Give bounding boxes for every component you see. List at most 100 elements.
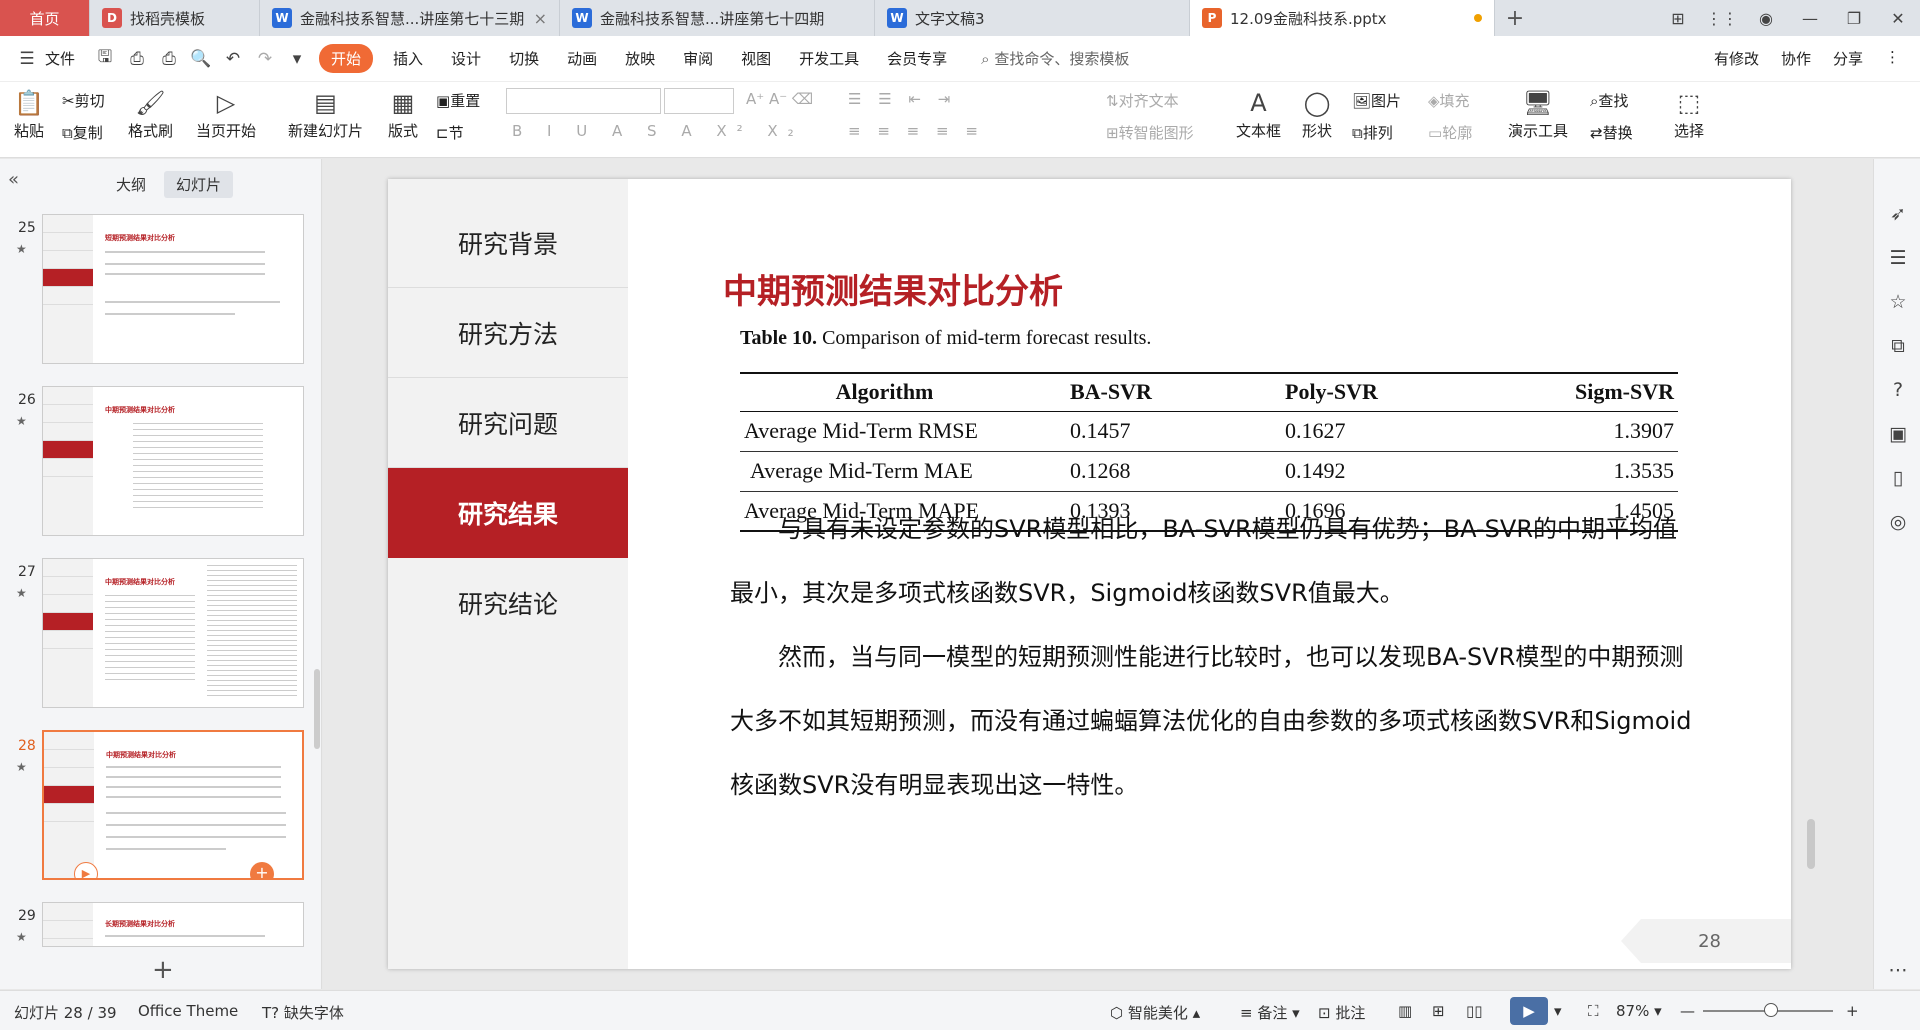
restore-button[interactable]: ❐: [1832, 9, 1876, 28]
thumbnail-scrollbar[interactable]: [314, 669, 320, 749]
slide-thumbnail[interactable]: 中期预测结果对比分析: [42, 558, 304, 708]
menu-file[interactable]: 文件: [43, 48, 89, 69]
command-search[interactable]: ⌕ 查找命令、搜索模板: [981, 48, 1129, 69]
textbox-button[interactable]: A 文本框: [1236, 86, 1281, 141]
rocket-icon[interactable]: ➶: [1886, 203, 1910, 227]
sorter-view-icon[interactable]: ⊞: [1432, 1002, 1445, 1020]
present-tools-button[interactable]: 🖥 演示工具: [1508, 86, 1568, 141]
redo-icon[interactable]: ↷: [252, 46, 278, 72]
replace-button[interactable]: ⇄替换: [1590, 122, 1633, 143]
tab-doc-74[interactable]: W 金融科技系智慧...讲座第七十四期: [560, 0, 875, 36]
hamburger-menu-icon[interactable]: ☰: [14, 46, 40, 72]
menu-design[interactable]: 设计: [437, 48, 495, 69]
apps-icon[interactable]: ⋮⋮: [1700, 9, 1744, 28]
more-icon[interactable]: ⋯: [1886, 959, 1910, 983]
copy-button[interactable]: ⧉复制: [62, 122, 103, 143]
save-icon[interactable]: 🖫: [92, 46, 118, 72]
book-icon[interactable]: ▯: [1886, 467, 1910, 491]
customize-dropdown-icon[interactable]: ▾: [284, 46, 310, 72]
smart-beautify-button[interactable]: ⬡ 智能美化 ▴: [1110, 1002, 1200, 1023]
has-changes-button[interactable]: 有修改: [1714, 48, 1759, 69]
font-format-icons[interactable]: B I U A S A X² X₂: [512, 122, 804, 140]
new-slide-button[interactable]: ▤ 新建幻灯片: [288, 86, 363, 141]
close-icon[interactable]: ×: [534, 9, 547, 28]
missing-font-button[interactable]: T? 缺失字体: [262, 1002, 344, 1023]
close-window-button[interactable]: ✕: [1876, 9, 1920, 28]
menu-review[interactable]: 审阅: [669, 48, 727, 69]
undo-icon[interactable]: ↶: [220, 46, 246, 72]
menu-home[interactable]: 开始: [319, 44, 374, 73]
align-icons[interactable]: ≡ ≡ ≡ ≡ ≡: [848, 122, 984, 140]
zoom-out-button[interactable]: —: [1680, 1002, 1695, 1020]
shapes-button[interactable]: ◯ 形状: [1300, 86, 1334, 141]
arrange-button[interactable]: ⧉排列: [1352, 122, 1393, 143]
layout-button[interactable]: ▦ 版式: [386, 86, 420, 141]
select-button[interactable]: ⬚ 选择: [1672, 86, 1706, 141]
minimize-button[interactable]: —: [1788, 9, 1832, 28]
share-button[interactable]: 分享: [1833, 48, 1863, 69]
collaborate-button[interactable]: 协作: [1781, 48, 1811, 69]
tab-outline[interactable]: 大纲: [104, 171, 158, 198]
tab-doc-73[interactable]: W 金融科技系智慧...讲座第七十三期 ×: [260, 0, 560, 36]
grid-view-icon[interactable]: ⊞: [1656, 9, 1700, 28]
tab-pptx[interactable]: P 12.09金融科技系.pptx: [1190, 0, 1495, 36]
outline-button[interactable]: ▭轮廓: [1428, 122, 1472, 143]
menu-slideshow[interactable]: 放映: [611, 48, 669, 69]
font-name-select[interactable]: [506, 88, 661, 114]
add-slide-button[interactable]: +: [152, 955, 174, 985]
avatar[interactable]: ◉: [1744, 9, 1788, 28]
menu-developer[interactable]: 开发工具: [785, 48, 873, 69]
star-icon[interactable]: ☆: [1886, 291, 1910, 315]
font-size-select[interactable]: [664, 88, 734, 114]
format-painter-button[interactable]: 🖌 格式刷: [128, 86, 173, 141]
collapse-panel-icon[interactable]: «: [8, 169, 19, 190]
copy-icon[interactable]: ⧉: [1886, 335, 1910, 359]
tab-home[interactable]: 首页: [0, 0, 90, 36]
canvas-scrollbar[interactable]: [1807, 819, 1815, 869]
compass-icon[interactable]: ◎: [1886, 511, 1910, 535]
help-icon[interactable]: ?: [1886, 379, 1910, 403]
menu-insert[interactable]: 插入: [379, 48, 437, 69]
align-text-button[interactable]: ⇅对齐文本: [1106, 90, 1179, 111]
tab-slides[interactable]: 幻灯片: [164, 171, 234, 198]
tab-doc-3[interactable]: W 文字文稿3: [875, 0, 1190, 36]
slide[interactable]: 研究背景 研究方法 研究问题 研究结果 研究结论 中期预测结果对比分析 Tabl…: [388, 179, 1791, 969]
print-preview-icon[interactable]: 🔍: [188, 46, 214, 72]
notes-button[interactable]: ≡ 备注 ▾: [1240, 1002, 1300, 1023]
slide-thumbnail[interactable]: 短期预测结果对比分析: [42, 214, 304, 364]
slide-thumbnail[interactable]: 长期预测结果对比分析: [42, 902, 304, 947]
image-icon[interactable]: ▣: [1886, 423, 1910, 447]
comments-button[interactable]: ⊡ 批注: [1318, 1002, 1365, 1023]
reading-view-icon[interactable]: ▯▯: [1466, 1002, 1483, 1020]
more-icon[interactable]: ⋮: [1885, 48, 1900, 69]
menu-view[interactable]: 视图: [727, 48, 785, 69]
fill-button[interactable]: ◈填充: [1428, 90, 1470, 111]
print-icon[interactable]: ⎙: [156, 46, 182, 72]
slide-thumbnail[interactable]: 中期预测结果对比分析: [42, 386, 304, 536]
new-tab-button[interactable]: +: [1495, 0, 1535, 36]
export-pdf-icon[interactable]: ⎙: [124, 46, 150, 72]
picture-button[interactable]: 🖼图片: [1352, 90, 1401, 111]
sliders-icon[interactable]: ☰: [1886, 247, 1910, 271]
tab-docer[interactable]: D 找稻壳模板: [90, 0, 260, 36]
play-dropdown-icon[interactable]: ▾: [1554, 1002, 1562, 1020]
zoom-in-button[interactable]: +: [1846, 1002, 1859, 1020]
normal-view-icon[interactable]: ▥: [1398, 1002, 1412, 1020]
play-from-current-button[interactable]: ▷ 当页开始: [196, 86, 256, 141]
section-button[interactable]: ⊏节: [436, 122, 464, 143]
slide-thumbnail[interactable]: 中期预测结果对比分析 ▶ +: [42, 730, 304, 880]
convert-smartart-button[interactable]: ⊞转智能图形: [1106, 122, 1194, 143]
slideshow-play-button[interactable]: ▶: [1510, 997, 1548, 1025]
menu-member[interactable]: 会员专享: [873, 48, 961, 69]
find-button[interactable]: ⌕查找: [1590, 90, 1628, 111]
font-grow-icon[interactable]: A⁺ A⁻ ⌫: [746, 90, 813, 108]
play-icon[interactable]: ▶: [74, 862, 98, 878]
cut-button[interactable]: ✂剪切: [62, 90, 105, 111]
zoom-level[interactable]: 87% ▾: [1616, 1002, 1662, 1020]
list-icons[interactable]: ☰ ☰ ⇤ ⇥: [848, 90, 956, 108]
fit-window-icon[interactable]: ⛶: [1588, 1002, 1599, 1020]
zoom-slider-handle[interactable]: [1764, 1003, 1778, 1017]
menu-transition[interactable]: 切换: [495, 48, 553, 69]
add-slide-icon[interactable]: +: [250, 862, 274, 878]
reset-button[interactable]: ▣重置: [436, 90, 480, 111]
